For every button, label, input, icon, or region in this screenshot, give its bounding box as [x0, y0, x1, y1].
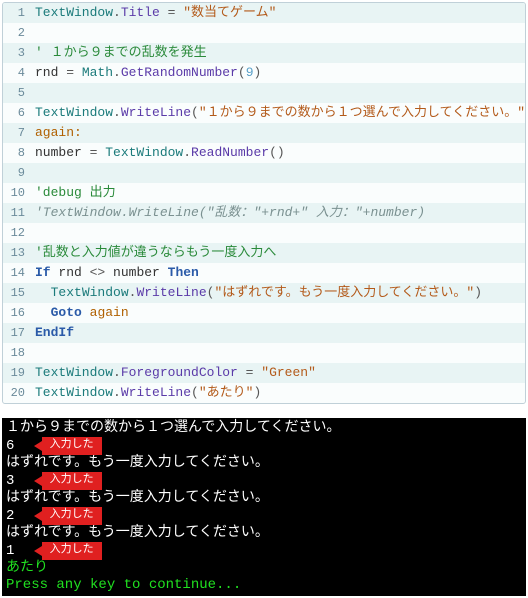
line-number: 20 [3, 384, 31, 402]
console-line: Press any key to continue... [2, 577, 526, 594]
input-badge: 入力した [42, 437, 102, 455]
code-content: TextWindow.WriteLine("はずれです。もう一度入力してください… [31, 284, 482, 302]
console-line: 1 入力した [2, 542, 526, 560]
code-content: If rnd <> number Then [31, 264, 199, 282]
code-content: TextWindow.WriteLine("１から９までの数から１つ選んで入力し… [31, 104, 526, 122]
code-line[interactable]: 10'debug 出力 [3, 183, 525, 203]
code-line[interactable]: 4rnd = Math.GetRandomNumber(9) [3, 63, 525, 83]
line-number: 11 [3, 204, 31, 222]
console-line: 2 入力した [2, 507, 526, 525]
code-line[interactable]: 16 Goto again [3, 303, 525, 323]
code-line[interactable]: 6TextWindow.WriteLine("１から９までの数から１つ選んで入力… [3, 103, 525, 123]
line-number: 1 [3, 4, 31, 22]
line-number: 18 [3, 344, 31, 362]
code-content: rnd = Math.GetRandomNumber(9) [31, 64, 261, 82]
code-line[interactable]: 13'乱数と入力値が違うならもう一度入力へ [3, 243, 525, 263]
code-content: 'TextWindow.WriteLine("乱数："+rnd+" 入力："+n… [31, 204, 425, 222]
code-content: TextWindow.ForegroundColor = "Green" [31, 364, 316, 382]
console-line: はずれです。もう一度入力してください。 [2, 490, 526, 507]
line-number: 8 [3, 144, 31, 162]
code-line[interactable]: 2 [3, 23, 525, 43]
code-content: EndIf [31, 324, 74, 342]
code-line[interactable]: 7again: [3, 123, 525, 143]
code-line[interactable]: 9 [3, 163, 525, 183]
code-line[interactable]: 20TextWindow.WriteLine("あたり") [3, 383, 525, 403]
code-line[interactable]: 12 [3, 223, 525, 243]
code-line[interactable]: 15 TextWindow.WriteLine("はずれです。もう一度入力してく… [3, 283, 525, 303]
code-content: again: [31, 124, 82, 142]
line-number: 9 [3, 164, 31, 182]
line-number: 14 [3, 264, 31, 282]
input-badge: 入力した [42, 472, 102, 490]
code-content: 'debug 出力 [31, 184, 116, 202]
line-number: 5 [3, 84, 31, 102]
line-number: 3 [3, 44, 31, 62]
code-line[interactable]: 19TextWindow.ForegroundColor = "Green" [3, 363, 525, 383]
line-number: 12 [3, 224, 31, 242]
code-line[interactable]: 14If rnd <> number Then [3, 263, 525, 283]
code-line[interactable]: 3' １から９までの乱数を発生 [3, 43, 525, 63]
console-line: 6 入力した [2, 437, 526, 455]
line-number: 16 [3, 304, 31, 322]
line-number: 10 [3, 184, 31, 202]
code-line[interactable]: 17EndIf [3, 323, 525, 343]
code-line[interactable]: 8number = TextWindow.ReadNumber() [3, 143, 525, 163]
line-number: 6 [3, 104, 31, 122]
console-line: 3 入力した [2, 472, 526, 490]
console-output: １から９までの数から１つ選んで入力してください。6 入力したはずれです。もう一度… [2, 418, 526, 596]
line-number: 19 [3, 364, 31, 382]
input-badge: 入力した [42, 542, 102, 560]
line-number: 17 [3, 324, 31, 342]
code-line[interactable]: 1TextWindow.Title = "数当てゲーム" [3, 3, 525, 23]
console-line: はずれです。もう一度入力してください。 [2, 455, 526, 472]
code-content: TextWindow.Title = "数当てゲーム" [31, 4, 276, 22]
code-content: '乱数と入力値が違うならもう一度入力へ [31, 244, 276, 262]
code-content: ' １から９までの乱数を発生 [31, 44, 207, 62]
line-number: 4 [3, 64, 31, 82]
code-line[interactable]: 11'TextWindow.WriteLine("乱数："+rnd+" 入力："… [3, 203, 525, 223]
line-number: 7 [3, 124, 31, 142]
line-number: 15 [3, 284, 31, 302]
console-line: あたり [2, 560, 526, 577]
line-number: 13 [3, 244, 31, 262]
code-editor[interactable]: 1TextWindow.Title = "数当てゲーム"23' １から９までの乱… [2, 2, 526, 404]
code-content: Goto again [31, 304, 129, 322]
code-line[interactable]: 18 [3, 343, 525, 363]
code-content: number = TextWindow.ReadNumber() [31, 144, 285, 162]
code-content: TextWindow.WriteLine("あたり") [31, 384, 261, 402]
console-line: はずれです。もう一度入力してください。 [2, 525, 526, 542]
line-number: 2 [3, 24, 31, 42]
code-line[interactable]: 5 [3, 83, 525, 103]
input-badge: 入力した [42, 507, 102, 525]
console-line: １から９までの数から１つ選んで入力してください。 [2, 420, 526, 437]
